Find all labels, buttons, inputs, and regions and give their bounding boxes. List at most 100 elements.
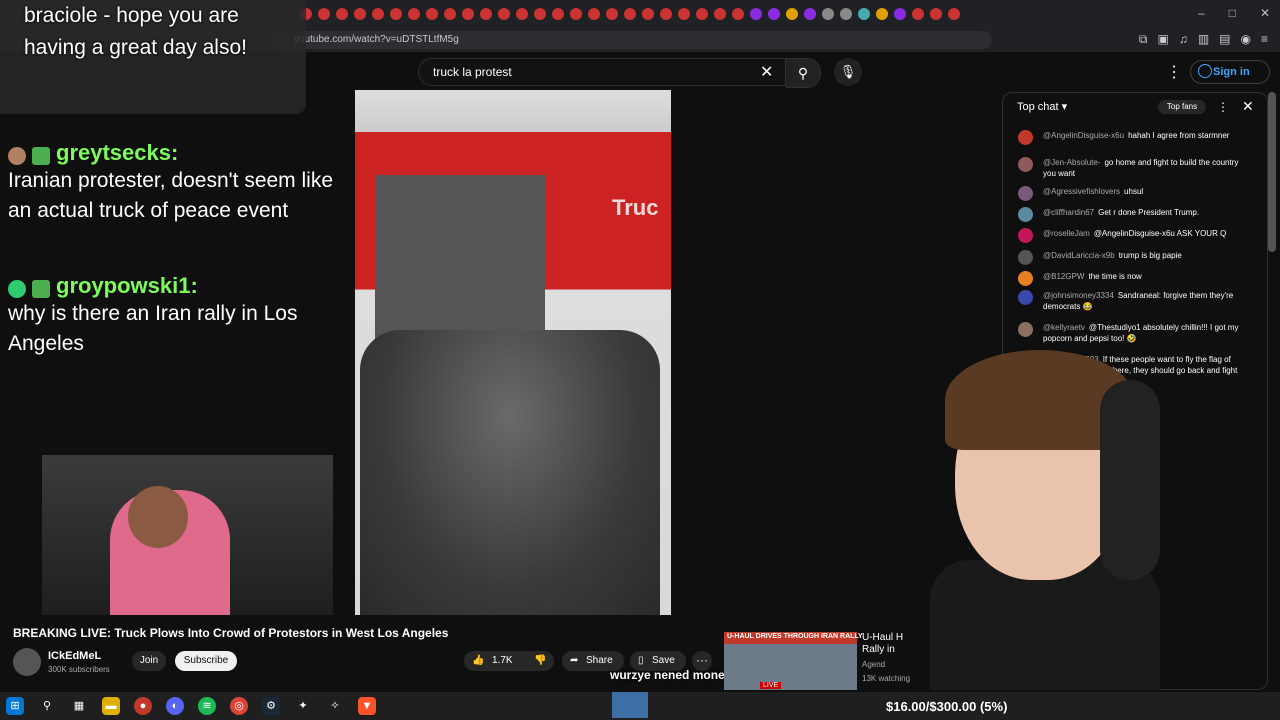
chat-avatar[interactable] [1018,271,1033,286]
tab-favicon-icon[interactable] [660,8,672,20]
join-button[interactable]: Join [132,651,166,671]
thumbs-down-icon[interactable]: 👎 [534,651,546,671]
tab-favicon-icon[interactable] [840,8,852,20]
tab-favicon-icon[interactable] [516,8,528,20]
profile-icon[interactable]: ◉ [1241,32,1251,47]
task-view-icon[interactable]: ▦ [70,697,88,715]
chat-author[interactable]: @AngelinDisguise-x6u [1043,131,1124,140]
chat-author[interactable]: @roselleJam [1043,229,1090,238]
search-icon[interactable]: ⚲ [38,697,56,715]
chat-text: trump is big papie [1118,251,1182,260]
taskbar-active-app[interactable] [612,692,648,718]
chat-message: @johnsimoney3334 Sandraneal: forgive them… [1018,290,1243,312]
spotify-icon[interactable]: ≋ [198,697,216,715]
tab-favicon-icon[interactable] [894,8,906,20]
chat-message: @roselleJam @AngelinDisguise-x6u ASK YOUR… [1018,228,1243,243]
clear-search-icon[interactable]: ✕ [760,62,773,82]
tab-favicon-icon[interactable] [390,8,402,20]
chat-author[interactable]: @johnsimoney3334 [1043,291,1114,300]
voice-search-button[interactable]: 🎙 [834,58,862,86]
like-button[interactable]: 👍 1.7K 👎 [464,651,554,671]
chat-scrollbar[interactable] [1268,92,1276,252]
close-chat-icon[interactable]: ✕ [1242,98,1254,115]
tab-favicon-icon[interactable] [804,8,816,20]
close-window-button[interactable]: ✕ [1260,6,1270,20]
tab-favicon-icon[interactable] [588,8,600,20]
chat-author[interactable]: @kellyraetv [1043,323,1085,332]
address-bar[interactable]: youtube.com/watch?v=uDTSTLtfM5g [272,31,992,49]
windows-start-icon[interactable]: ⊞ [6,697,24,715]
discord-icon[interactable]: ◐ [166,697,184,715]
tab-favicon-icon[interactable] [714,8,726,20]
app-icon[interactable]: ✦ [294,697,312,715]
tab-favicon-icon[interactable] [318,8,330,20]
tab-favicon-icon[interactable] [696,8,708,20]
tab-favicon-icon[interactable] [768,8,780,20]
tab-favicon-icon[interactable] [678,8,690,20]
maximize-button[interactable]: □ [1229,6,1236,20]
steam-icon[interactable]: ⚙ [262,697,280,715]
screenshot-icon[interactable]: ▣ [1157,32,1168,47]
tab-favicon-icon[interactable] [624,8,636,20]
wallet-icon[interactable]: ▤ [1219,32,1230,47]
brave-icon[interactable]: ▼ [358,697,376,715]
file-explorer-icon[interactable]: ▬ [102,697,120,715]
music-icon[interactable]: ♫ [1179,32,1188,47]
top-fans-button[interactable]: Top fans [1158,100,1206,114]
tab-favicon-icon[interactable] [948,8,960,20]
tab-favicon-icon[interactable] [876,8,888,20]
extension-icon[interactable]: ⧉ [1139,32,1148,47]
chat-avatar[interactable] [1018,290,1033,305]
tab-favicon-icon[interactable] [498,8,510,20]
tab-favicon-icon[interactable] [408,8,420,20]
tab-favicon-icon[interactable] [930,8,942,20]
chat-avatar[interactable] [1018,250,1033,265]
tab-favicon-icon[interactable] [750,8,762,20]
subscribe-button[interactable]: Subscribe [175,651,237,671]
tab-favicon-icon[interactable] [372,8,384,20]
chat-avatar[interactable] [1018,186,1033,201]
chat-avatar[interactable] [1018,322,1033,337]
channel-avatar[interactable] [13,648,41,676]
chat-author[interactable]: @DavidLariccia-x9b [1043,251,1115,260]
chat-author[interactable]: @cliffhardin67 [1043,208,1094,217]
chat-avatar[interactable] [1018,228,1033,243]
tab-favicon-icon[interactable] [570,8,582,20]
menu-icon[interactable]: ≡ [1261,32,1268,47]
tab-favicon-icon[interactable] [426,8,438,20]
chat-avatar[interactable] [1018,207,1033,222]
chat-author[interactable]: @Agressivefishlovers [1043,187,1120,196]
tab-favicon-icon[interactable] [606,8,618,20]
tab-favicon-icon[interactable] [786,8,798,20]
sidebar-icon[interactable]: ▥ [1198,32,1209,47]
chat-avatar[interactable] [1018,130,1033,145]
browser-tab-strip[interactable] [300,6,1140,22]
tab-favicon-icon[interactable] [336,8,348,20]
chat-mode-dropdown[interactable]: Top chat ▾ [1017,100,1067,113]
tab-favicon-icon[interactable] [912,8,924,20]
suggested-video-title[interactable]: U-Haul H Rally in [862,632,912,656]
chat-author[interactable]: @B12GPW [1043,272,1084,281]
tab-favicon-icon[interactable] [480,8,492,20]
chat-menu-icon[interactable]: ⋮ [1217,100,1229,114]
tab-favicon-icon[interactable] [642,8,654,20]
obs-icon[interactable]: ● [134,697,152,715]
settings-menu-icon[interactable]: ⋮ [1166,62,1182,82]
app-icon[interactable]: ✧ [326,697,344,715]
tab-favicon-icon[interactable] [552,8,564,20]
search-input[interactable]: truck la protest [418,58,786,86]
chat-author[interactable]: @Jen-Absolute- [1043,158,1100,167]
minimize-button[interactable]: – [1198,6,1205,20]
tab-favicon-icon[interactable] [732,8,744,20]
tab-favicon-icon[interactable] [822,8,834,20]
channel-name[interactable]: ICkEdMeL [48,650,101,662]
chrome-icon[interactable]: ◎ [230,697,248,715]
chat-avatar[interactable] [1018,157,1033,172]
suggested-video-thumbnail[interactable] [724,632,857,690]
tab-favicon-icon[interactable] [444,8,456,20]
tab-favicon-icon[interactable] [462,8,474,20]
tab-favicon-icon[interactable] [858,8,870,20]
tab-favicon-icon[interactable] [354,8,366,20]
search-button[interactable]: ⚲ [786,58,821,88]
tab-favicon-icon[interactable] [534,8,546,20]
